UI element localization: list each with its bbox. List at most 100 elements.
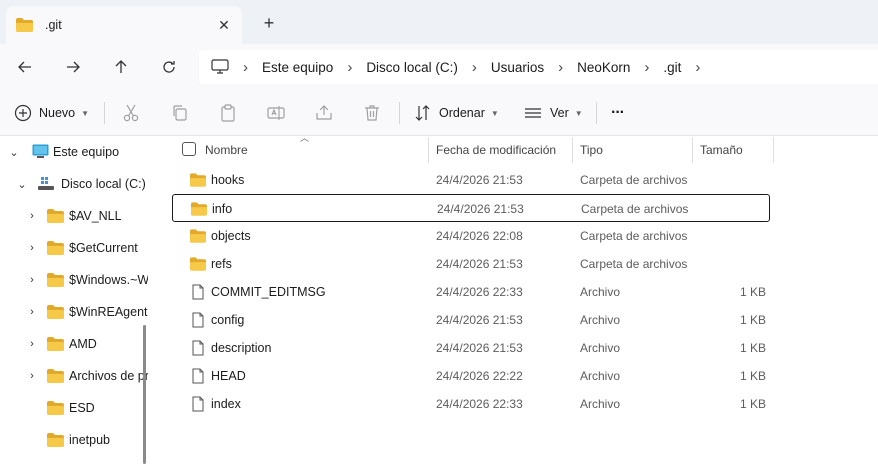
chevron-down-icon[interactable]: ⌄ bbox=[8, 146, 20, 159]
column-divider[interactable] bbox=[692, 137, 693, 163]
breadcrumb-neokorn[interactable]: NeoKorn bbox=[577, 60, 630, 75]
file-type: Carpeta de archivos bbox=[581, 202, 689, 216]
breadcrumb-separator[interactable]: › bbox=[472, 59, 477, 76]
list-item[interactable]: objects 24/4/2026 22:08 Carpeta de archi… bbox=[172, 222, 770, 250]
list-item[interactable]: config 24/4/2026 21:53 Archivo 1 KB bbox=[172, 306, 770, 334]
new-button[interactable]: Nuevo ▼ bbox=[14, 101, 89, 125]
breadcrumb-git[interactable]: .git bbox=[663, 60, 681, 75]
sidebar-scrollbar[interactable] bbox=[143, 325, 146, 464]
list-item[interactable]: COMMIT_EDITMSG 24/4/2026 22:33 Archivo 1… bbox=[172, 278, 770, 306]
file-date: 24/4/2026 21:53 bbox=[436, 257, 523, 271]
address-bar[interactable]: › Este equipo › Disco local (C:) › Usuar… bbox=[199, 50, 878, 84]
more-options-button[interactable]: ··· bbox=[611, 101, 625, 125]
sidebar-item-inetpub[interactable]: inetpub bbox=[0, 428, 148, 452]
cut-icon[interactable] bbox=[121, 103, 141, 123]
list-item[interactable]: refs 24/4/2026 21:53 Carpeta de archivos bbox=[172, 250, 770, 278]
file-size bbox=[693, 195, 767, 223]
sidebar-item-winreagent[interactable]: › $WinREAgent bbox=[0, 300, 148, 324]
folder-icon bbox=[190, 257, 206, 271]
list-item[interactable]: index 24/4/2026 22:33 Archivo 1 KB bbox=[172, 390, 770, 418]
column-label: Tamaño bbox=[700, 143, 743, 157]
list-item[interactable]: hooks 24/4/2026 21:53 Carpeta de archivo… bbox=[172, 166, 770, 194]
chevron-down-icon[interactable]: ⌄ bbox=[16, 178, 28, 191]
share-icon[interactable] bbox=[314, 103, 334, 123]
forward-button[interactable] bbox=[60, 54, 86, 80]
sidebar-item-esd[interactable]: ESD bbox=[0, 396, 148, 420]
file-name: refs bbox=[211, 257, 232, 271]
new-tab-button[interactable]: + bbox=[260, 14, 278, 32]
file-icon bbox=[192, 312, 204, 328]
select-all-checkbox[interactable] bbox=[182, 142, 196, 156]
divider bbox=[104, 102, 105, 124]
file-list: ︿ Nombre Fecha de modificación Tipo Tama… bbox=[160, 133, 878, 464]
file-name: objects bbox=[211, 229, 251, 243]
chevron-right-icon[interactable]: › bbox=[26, 306, 38, 318]
chevron-down-icon: ▼ bbox=[574, 108, 583, 118]
breadcrumb-separator[interactable]: › bbox=[243, 59, 248, 76]
back-button[interactable] bbox=[12, 54, 38, 80]
delete-icon[interactable] bbox=[362, 103, 382, 123]
arrow-up-icon bbox=[115, 60, 127, 73]
breadcrumb-separator[interactable]: › bbox=[558, 59, 563, 76]
folder-icon bbox=[47, 433, 64, 447]
up-button[interactable] bbox=[108, 54, 134, 80]
file-name: COMMIT_EDITMSG bbox=[211, 285, 326, 299]
file-size: 1 KB bbox=[739, 369, 766, 383]
chevron-right-icon[interactable]: › bbox=[26, 210, 38, 222]
sidebar-item-este-equipo[interactable]: ⌄ Este equipo bbox=[0, 140, 148, 164]
computer-icon bbox=[32, 144, 49, 158]
rename-icon[interactable] bbox=[266, 103, 286, 123]
refresh-button[interactable] bbox=[156, 54, 182, 80]
file-icon bbox=[192, 284, 204, 300]
chevron-right-icon[interactable]: › bbox=[26, 274, 38, 286]
column-divider[interactable] bbox=[773, 137, 774, 163]
sidebar-item-amd[interactable]: › AMD bbox=[0, 332, 148, 356]
list-item-selected[interactable]: info 24/4/2026 21:53 Carpeta de archivos bbox=[172, 194, 770, 222]
breadcrumb-separator[interactable]: › bbox=[347, 59, 352, 76]
breadcrumb-este-equipo[interactable]: Este equipo bbox=[262, 60, 333, 75]
paste-icon[interactable] bbox=[218, 103, 238, 123]
chevron-right-icon[interactable]: › bbox=[26, 338, 38, 350]
file-name: HEAD bbox=[211, 369, 246, 383]
file-type: Archivo bbox=[580, 341, 621, 355]
sidebar-item-archivos-de-programa[interactable]: › Archivos de programa bbox=[0, 364, 148, 388]
file-date: 24/4/2026 21:53 bbox=[436, 173, 523, 187]
list-item[interactable]: description 24/4/2026 21:53 Archivo 1 KB bbox=[172, 334, 770, 362]
breadcrumb-usuarios[interactable]: Usuarios bbox=[491, 60, 544, 75]
chevron-down-icon: ▼ bbox=[490, 108, 499, 118]
column-header-name[interactable]: Nombre bbox=[160, 137, 430, 163]
column-header-type[interactable]: Tipo bbox=[580, 137, 690, 163]
file-icon bbox=[192, 340, 204, 356]
refresh-icon bbox=[163, 61, 175, 73]
file-size bbox=[692, 166, 766, 194]
sidebar-item-label: $WinREAgent bbox=[69, 305, 148, 319]
column-header-size[interactable]: Tamaño bbox=[700, 137, 772, 163]
column-divider[interactable] bbox=[572, 137, 573, 163]
list-item[interactable]: HEAD 24/4/2026 22:22 Archivo 1 KB bbox=[172, 362, 770, 390]
column-divider[interactable] bbox=[428, 137, 429, 163]
breadcrumb-disco-local[interactable]: Disco local (C:) bbox=[366, 60, 458, 75]
sidebar-item-disco-local[interactable]: ⌄ Disco local (C:) bbox=[0, 172, 148, 196]
sort-button[interactable]: Ordenar ▼ bbox=[414, 101, 499, 125]
view-button[interactable]: Ver ▼ bbox=[524, 101, 583, 125]
tab-git[interactable]: .git ✕ bbox=[6, 6, 242, 44]
sidebar-item-av-nll[interactable]: › $AV_NLL bbox=[0, 204, 148, 228]
breadcrumb-separator[interactable]: › bbox=[695, 59, 700, 76]
breadcrumb-separator[interactable]: › bbox=[644, 59, 649, 76]
folder-icon bbox=[190, 173, 206, 187]
sidebar-item-windows-ws[interactable]: › $Windows.~WS bbox=[0, 268, 148, 292]
copy-icon[interactable] bbox=[170, 103, 190, 123]
file-type: Carpeta de archivos bbox=[580, 257, 688, 271]
file-date: 24/4/2026 22:33 bbox=[436, 285, 523, 299]
folder-icon bbox=[47, 401, 64, 415]
navigation-bar: › Este equipo › Disco local (C:) › Usuar… bbox=[0, 44, 878, 89]
sidebar-item-getcurrent[interactable]: › $GetCurrent bbox=[0, 236, 148, 260]
file-type: Archivo bbox=[580, 369, 621, 383]
chevron-right-icon[interactable]: › bbox=[26, 242, 38, 254]
close-tab-icon[interactable]: ✕ bbox=[216, 17, 232, 33]
file-size: 1 KB bbox=[739, 285, 766, 299]
column-header-date[interactable]: Fecha de modificación bbox=[436, 137, 570, 163]
chevron-right-icon[interactable]: › bbox=[26, 370, 38, 382]
file-date: 24/4/2026 22:22 bbox=[436, 369, 523, 383]
file-size bbox=[692, 250, 766, 278]
